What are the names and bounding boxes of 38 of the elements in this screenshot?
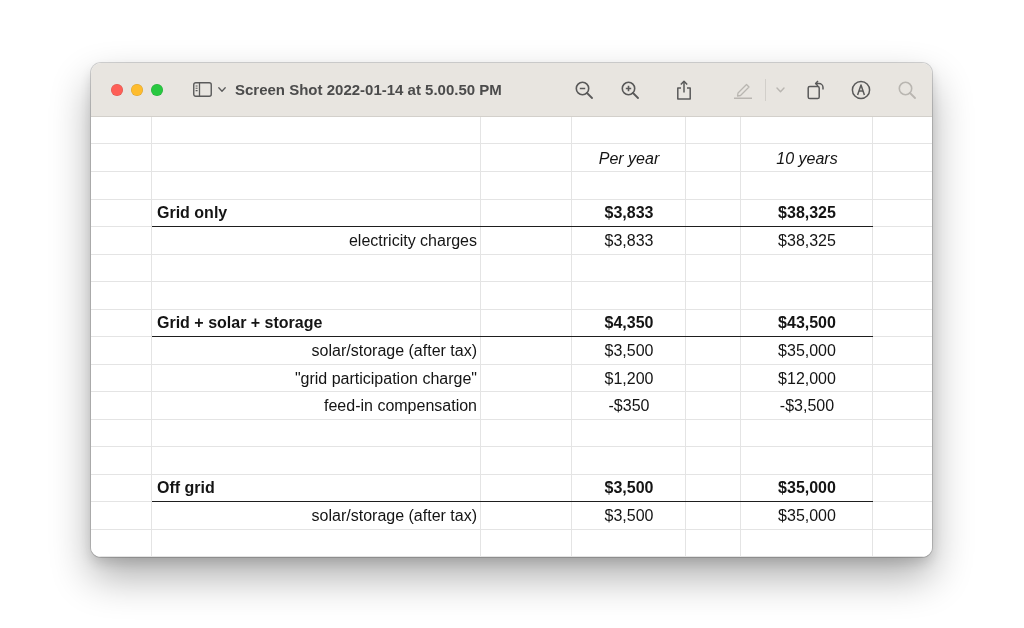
table-cell-text: $35,000 xyxy=(777,341,837,362)
section-title: Off grid xyxy=(156,478,216,499)
section-title: Grid only xyxy=(156,203,229,224)
column-header: Per year xyxy=(597,148,661,169)
row-label: feed-in compensation xyxy=(323,396,478,417)
column-header: 10 years xyxy=(775,148,839,169)
total-cell-text: $38,325 xyxy=(777,203,837,224)
search-icon xyxy=(898,80,916,99)
table-cell-text: -$3,500 xyxy=(778,396,836,417)
table-cell-text: $38,325 xyxy=(777,231,837,252)
window-title: Screen Shot 2022-01-14 at 5.00.50 PM xyxy=(235,81,502,98)
sidebar-button[interactable] xyxy=(193,82,226,97)
caret-icon xyxy=(218,87,226,92)
table-cell-text: $35,000 xyxy=(777,506,837,527)
table-cell-text: $1,200 xyxy=(603,368,655,389)
total-cell-text: $3,500 xyxy=(603,478,655,499)
table-cell-text: $3,833 xyxy=(603,231,655,252)
sidebar-icon xyxy=(193,82,212,97)
share-icon xyxy=(676,79,692,100)
caret-icon xyxy=(775,86,785,93)
table-cell-text: $3,500 xyxy=(603,506,655,527)
row-label: "grid participation charge" xyxy=(293,368,478,389)
row-label: solar/storage (after tax) xyxy=(310,341,478,362)
rotate-icon xyxy=(807,79,825,100)
total-cell-text: $43,500 xyxy=(777,313,837,334)
section-title: Grid + solar + storage xyxy=(156,313,324,334)
table-cell-text: $12,000 xyxy=(777,368,837,389)
pen-circle-icon xyxy=(851,79,871,100)
table-cell-text: -$350 xyxy=(607,396,651,417)
zoom-out-icon xyxy=(575,80,593,99)
total-cell-text: $3,833 xyxy=(603,203,655,224)
total-cell-text: $4,350 xyxy=(603,313,655,334)
total-cell-text: $35,000 xyxy=(777,478,837,499)
close-button[interactable] xyxy=(111,83,123,96)
zoom-in-icon xyxy=(621,80,639,99)
row-label: electricity charges xyxy=(347,231,478,252)
row-label: solar/storage (after tax) xyxy=(310,506,478,527)
table-cell-text: $3,500 xyxy=(603,341,655,362)
